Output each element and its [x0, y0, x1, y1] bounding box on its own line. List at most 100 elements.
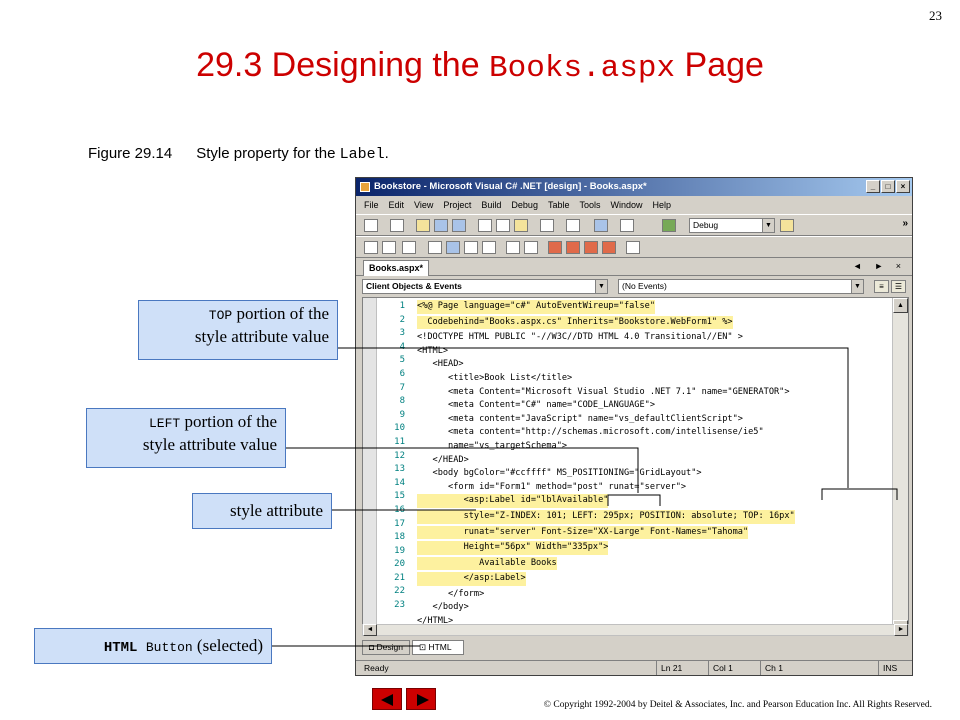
minimize-button[interactable]: _	[866, 180, 880, 193]
title-suffix: Page	[675, 46, 764, 84]
code-lines: <%@ Page language="c#" AutoEventWireup="…	[417, 300, 889, 629]
properties-view-icon[interactable]: ≡	[874, 280, 889, 293]
horizontal-scrollbar[interactable]: ◄ ►	[362, 624, 909, 636]
menu-debug[interactable]: Debug	[511, 197, 538, 213]
menu-project[interactable]: Project	[443, 197, 471, 213]
previous-slide-button[interactable]	[372, 688, 402, 710]
code-line: <meta content="http://schemas.microsoft.…	[417, 427, 764, 438]
window-controls: _ □ ×	[866, 180, 910, 193]
line-number: 1	[399, 301, 405, 311]
caption-mono: Label	[339, 146, 385, 163]
tab-html[interactable]: ⊡ HTML	[411, 640, 464, 655]
new-project-icon[interactable]	[364, 219, 378, 232]
caption-text: Style property for the	[196, 145, 340, 162]
view-buttons: ≡ ☰	[874, 280, 906, 293]
undo-icon[interactable]	[540, 219, 554, 232]
callout-top-text-2: style attribute value	[194, 327, 329, 346]
caption-label: Figure 29.14	[88, 145, 173, 162]
toolbar-overflow-icon[interactable]: »	[902, 218, 908, 229]
scroll-left-icon[interactable]: ◄	[363, 624, 377, 636]
close-button[interactable]: ×	[896, 180, 910, 193]
html-code-editor[interactable]: 1 2 3 4 5 6 7 8 9 10 11 12 13 14 15 16 1…	[362, 297, 909, 636]
line-number: 9	[399, 409, 405, 420]
open-file-icon[interactable]	[416, 219, 430, 232]
editor-gutter	[363, 298, 377, 635]
line-number: 22	[394, 586, 405, 597]
menu-view[interactable]: View	[414, 197, 433, 213]
next-slide-button[interactable]	[406, 688, 436, 710]
cut-icon[interactable]	[478, 219, 492, 232]
indent-icon[interactable]	[524, 241, 538, 254]
line-number: 7	[399, 382, 405, 393]
navigate-icon[interactable]	[594, 219, 608, 232]
outdent-icon[interactable]	[506, 241, 520, 254]
tab-controls[interactable]: ◄ ► ×	[853, 261, 906, 271]
code-line: <meta Content="Microsoft Visual Studio .…	[417, 386, 790, 397]
rename-icon[interactable]	[402, 241, 416, 254]
code-line-selected: runat="server" Font-Size="XX-Large" Font…	[417, 525, 749, 540]
menu-file[interactable]: File	[364, 197, 379, 213]
line-number: 20	[394, 559, 405, 570]
paste-icon[interactable]	[514, 219, 528, 232]
show-details-icon[interactable]	[382, 241, 396, 254]
insert-column-icon[interactable]	[464, 241, 478, 254]
maximize-button[interactable]: □	[881, 180, 895, 193]
window-titlebar[interactable]: Bookstore - Microsoft Visual C# .NET [de…	[356, 178, 912, 196]
menu-tools[interactable]: Tools	[579, 197, 600, 213]
app-icon	[360, 182, 370, 192]
redo-icon[interactable]	[566, 219, 580, 232]
object-select-value: Client Objects & Events	[366, 281, 462, 291]
table-icon[interactable]	[428, 241, 442, 254]
find-icon[interactable]	[620, 219, 634, 232]
scroll-right-icon[interactable]: ►	[894, 624, 908, 636]
prev-bookmark-icon[interactable]	[584, 241, 598, 254]
object-select[interactable]: Client Objects & Events ▼	[362, 279, 608, 294]
scroll-up-icon[interactable]: ▲	[893, 298, 908, 313]
menu-help[interactable]: Help	[653, 197, 672, 213]
line-number: 19	[394, 545, 405, 556]
callout-top-portion: TOP portion of the style attribute value	[138, 300, 338, 360]
html-editor-toolbar	[356, 236, 912, 258]
title-prefix: 29.3 Designing the	[196, 46, 490, 84]
find-in-files-icon[interactable]	[626, 241, 640, 254]
title-mono: Books.aspx	[489, 51, 676, 86]
add-item-icon[interactable]	[390, 219, 404, 232]
menu-table[interactable]: Table	[548, 197, 570, 213]
figure-caption: Figure 29.14 Style property for the Label…	[88, 145, 389, 163]
callout-left-mono: LEFT	[148, 416, 181, 431]
design-mode-icon[interactable]	[364, 241, 378, 254]
insert-row-icon[interactable]	[446, 241, 460, 254]
copy-icon[interactable]	[496, 219, 510, 232]
line-number: 3	[399, 328, 405, 339]
line-number: 6	[399, 368, 405, 379]
callout-style-attribute: style attribute	[192, 493, 332, 529]
clear-bookmark-icon[interactable]	[602, 241, 616, 254]
font-size-icon[interactable]	[482, 241, 496, 254]
event-select[interactable]: (No Events) ▼	[618, 279, 864, 294]
solution-config-select[interactable]: Debug ▼	[689, 218, 775, 233]
design-view-icon: ◘	[369, 642, 377, 652]
code-line: <HTML>	[417, 345, 449, 356]
code-line: <%@ Page language="c#" AutoEventWireup="…	[417, 300, 655, 314]
menu-edit[interactable]: Edit	[389, 197, 405, 213]
tab-books-aspx[interactable]: Books.aspx*	[363, 260, 430, 276]
list-view-icon[interactable]: ☰	[891, 280, 906, 293]
solution-explorer-icon[interactable]	[780, 219, 794, 232]
menu-window[interactable]: Window	[610, 197, 642, 213]
callout-html-button: HTML Button (selected)	[34, 628, 272, 664]
line-number: 8	[399, 396, 405, 407]
code-line: </HEAD>	[417, 454, 469, 465]
window-title: Bookstore - Microsoft Visual C# .NET [de…	[374, 181, 647, 192]
code-line: <!DOCTYPE HTML PUBLIC "-//W3C//DTD HTML …	[417, 332, 743, 343]
bookmark-icon[interactable]	[548, 241, 562, 254]
tab-design[interactable]: ◘ Design	[362, 640, 410, 655]
save-all-icon[interactable]	[452, 219, 466, 232]
save-icon[interactable]	[434, 219, 448, 232]
menu-build[interactable]: Build	[481, 197, 501, 213]
next-bookmark-icon[interactable]	[566, 241, 580, 254]
line-numbers: 1 2 3 4 5 6 7 8 9 10 11 12 13 14 15 16 1…	[377, 300, 409, 613]
vertical-scrollbar[interactable]: ▲ ▼	[892, 298, 908, 635]
line-number: 4	[399, 341, 405, 352]
start-icon[interactable]	[662, 219, 676, 232]
vs-window: Bookstore - Microsoft Visual C# .NET [de…	[355, 177, 913, 676]
